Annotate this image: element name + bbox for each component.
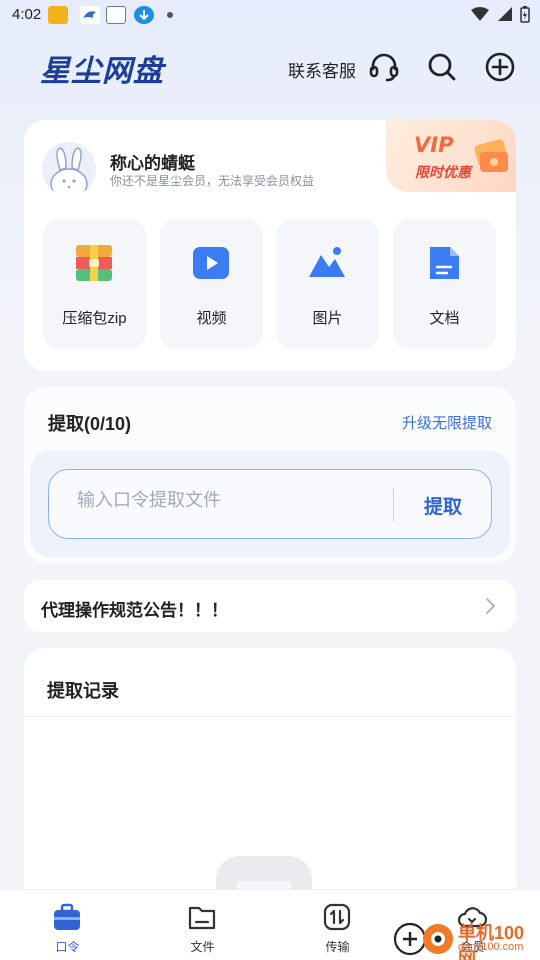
vip-subtitle: 限时优惠 (415, 164, 471, 180)
watermark-text: 单机100网 (458, 923, 525, 960)
announcement-row[interactable]: 代理操作规范公告！！！ (24, 580, 516, 632)
extract-button[interactable]: 提取 (407, 492, 479, 519)
wifi-icon (471, 7, 489, 21)
bird-app-icon (80, 6, 100, 24)
divider (393, 489, 394, 521)
category-image[interactable]: 图片 (276, 219, 379, 349)
zip-archive-icon (76, 245, 112, 281)
tab-label: 传输 (325, 940, 350, 954)
status-bar: 4:02 (0, 0, 540, 32)
upgrade-unlimited-link[interactable]: 升级无限提取 (402, 412, 492, 433)
document-icon (430, 247, 459, 279)
video-icon (193, 247, 229, 279)
app-logo: 星尘网盘 (40, 54, 164, 89)
search-icon[interactable] (426, 51, 458, 83)
battery-icon (520, 6, 530, 23)
folder-icon (188, 906, 216, 930)
tab-transfer[interactable]: 传输 (270, 890, 405, 960)
coupon-icon (474, 139, 508, 172)
tab-files[interactable]: 文件 (135, 890, 270, 960)
watermark-url: danji100.com (458, 941, 524, 953)
briefcase-icon (54, 903, 80, 930)
contact-service-label[interactable]: 联系客服 (288, 57, 356, 82)
headset-icon[interactable] (368, 51, 400, 83)
dot-icon (167, 12, 173, 18)
add-circle-icon[interactable] (484, 51, 516, 83)
divider (24, 716, 516, 717)
avatar[interactable] (42, 142, 96, 196)
image-icon (309, 247, 345, 277)
tab-label: 口令 (55, 940, 80, 954)
tab-label: 文件 (190, 940, 215, 954)
tab-code[interactable]: 口令 (0, 890, 135, 960)
extract-panel: 提取 (30, 451, 510, 557)
category-video[interactable]: 视频 (160, 219, 263, 349)
extract-title: 提取(0/10) (48, 414, 132, 434)
code-input[interactable] (77, 490, 377, 511)
photo-app-icon (106, 6, 126, 24)
signal-icon (498, 7, 512, 21)
chevron-right-icon (486, 598, 496, 614)
vip-title: VIP (414, 133, 454, 157)
extract-card: 提取(0/10) 升级无限提取 提取 (24, 387, 516, 563)
category-label: 压缩包zip (62, 310, 127, 327)
code-input-box: 提取 (48, 469, 492, 539)
announcement-text: 代理操作规范公告！！！ (41, 601, 228, 620)
category-label: 视频 (196, 310, 227, 327)
transfer-icon (323, 903, 351, 931)
rabbit-avatar-icon (50, 147, 88, 196)
membership-status: 你还不是星尘会员，无法享受会员权益 (110, 174, 315, 188)
category-zip[interactable]: 压缩包zip (43, 219, 146, 349)
status-time: 4:02 (12, 6, 42, 23)
user-card: 称心的蜻蜓 你还不是星尘会员，无法享受会员权益 VIP 限时优惠 压缩包zip … (24, 120, 516, 371)
app-notification-icon (48, 6, 68, 24)
records-title: 提取记录 (47, 681, 119, 701)
username: 称心的蜻蜓 (110, 154, 195, 173)
category-document[interactable]: 文档 (393, 219, 496, 349)
vip-promo-banner[interactable]: VIP 限时优惠 (386, 120, 516, 192)
category-label: 图片 (312, 310, 343, 327)
download-icon (134, 6, 154, 24)
category-label: 文档 (429, 310, 460, 327)
